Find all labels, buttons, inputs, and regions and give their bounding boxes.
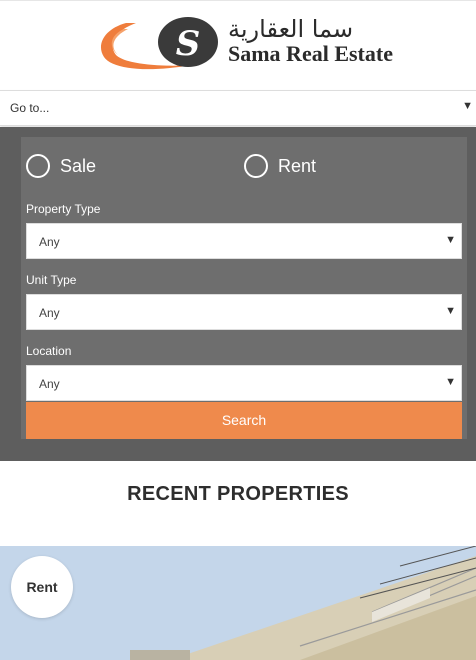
property-type-select[interactable]: Any ▼	[26, 223, 462, 259]
property-type-label: Property Type	[26, 202, 101, 216]
unit-type-select[interactable]: Any ▼	[26, 294, 462, 330]
listing-type-badge: Rent	[11, 556, 73, 618]
caret-down-icon: ▼	[445, 234, 456, 246]
sale-radio[interactable]: Sale	[26, 152, 96, 180]
logo-arabic-text: سما العقارية	[228, 15, 354, 43]
sale-radio-label: Sale	[60, 155, 97, 176]
recent-properties-heading: RECENT PROPERTIES	[127, 483, 349, 505]
property-type-value: Any	[39, 235, 60, 249]
property-card-image[interactable]: Rent	[0, 546, 476, 660]
search-panel-background: Sale Rent Property Type Any ▼ Unit Type …	[0, 127, 476, 461]
unit-type-label: Unit Type	[26, 273, 77, 287]
rent-radio[interactable]: Rent	[244, 152, 316, 180]
logo-swoosh-icon: S	[100, 17, 218, 70]
goto-label: Go to...	[10, 101, 50, 115]
location-value: Any	[39, 377, 60, 391]
search-form: Sale Rent Property Type Any ▼ Unit Type …	[21, 137, 467, 439]
site-logo[interactable]: S سما العقارية Sama Real Estate	[96, 15, 393, 75]
search-button[interactable]: Search	[26, 402, 462, 439]
radio-circle-icon[interactable]	[26, 154, 50, 178]
radio-circle-icon[interactable]	[244, 154, 268, 178]
location-label: Location	[26, 344, 72, 358]
unit-type-value: Any	[39, 306, 60, 320]
logo-english-text: Sama Real Estate	[228, 41, 393, 66]
caret-down-icon: ▼	[445, 305, 456, 317]
site-header: S سما العقارية Sama Real Estate	[0, 0, 476, 90]
caret-down-icon: ▼	[445, 376, 456, 388]
svg-text:S: S	[176, 24, 201, 64]
rent-radio-label: Rent	[278, 155, 317, 176]
location-select[interactable]: Any ▼	[26, 365, 462, 401]
goto-nav-select[interactable]: Go to... ▼	[0, 90, 476, 126]
building-photo	[0, 546, 476, 660]
caret-down-icon: ▼	[462, 100, 473, 112]
